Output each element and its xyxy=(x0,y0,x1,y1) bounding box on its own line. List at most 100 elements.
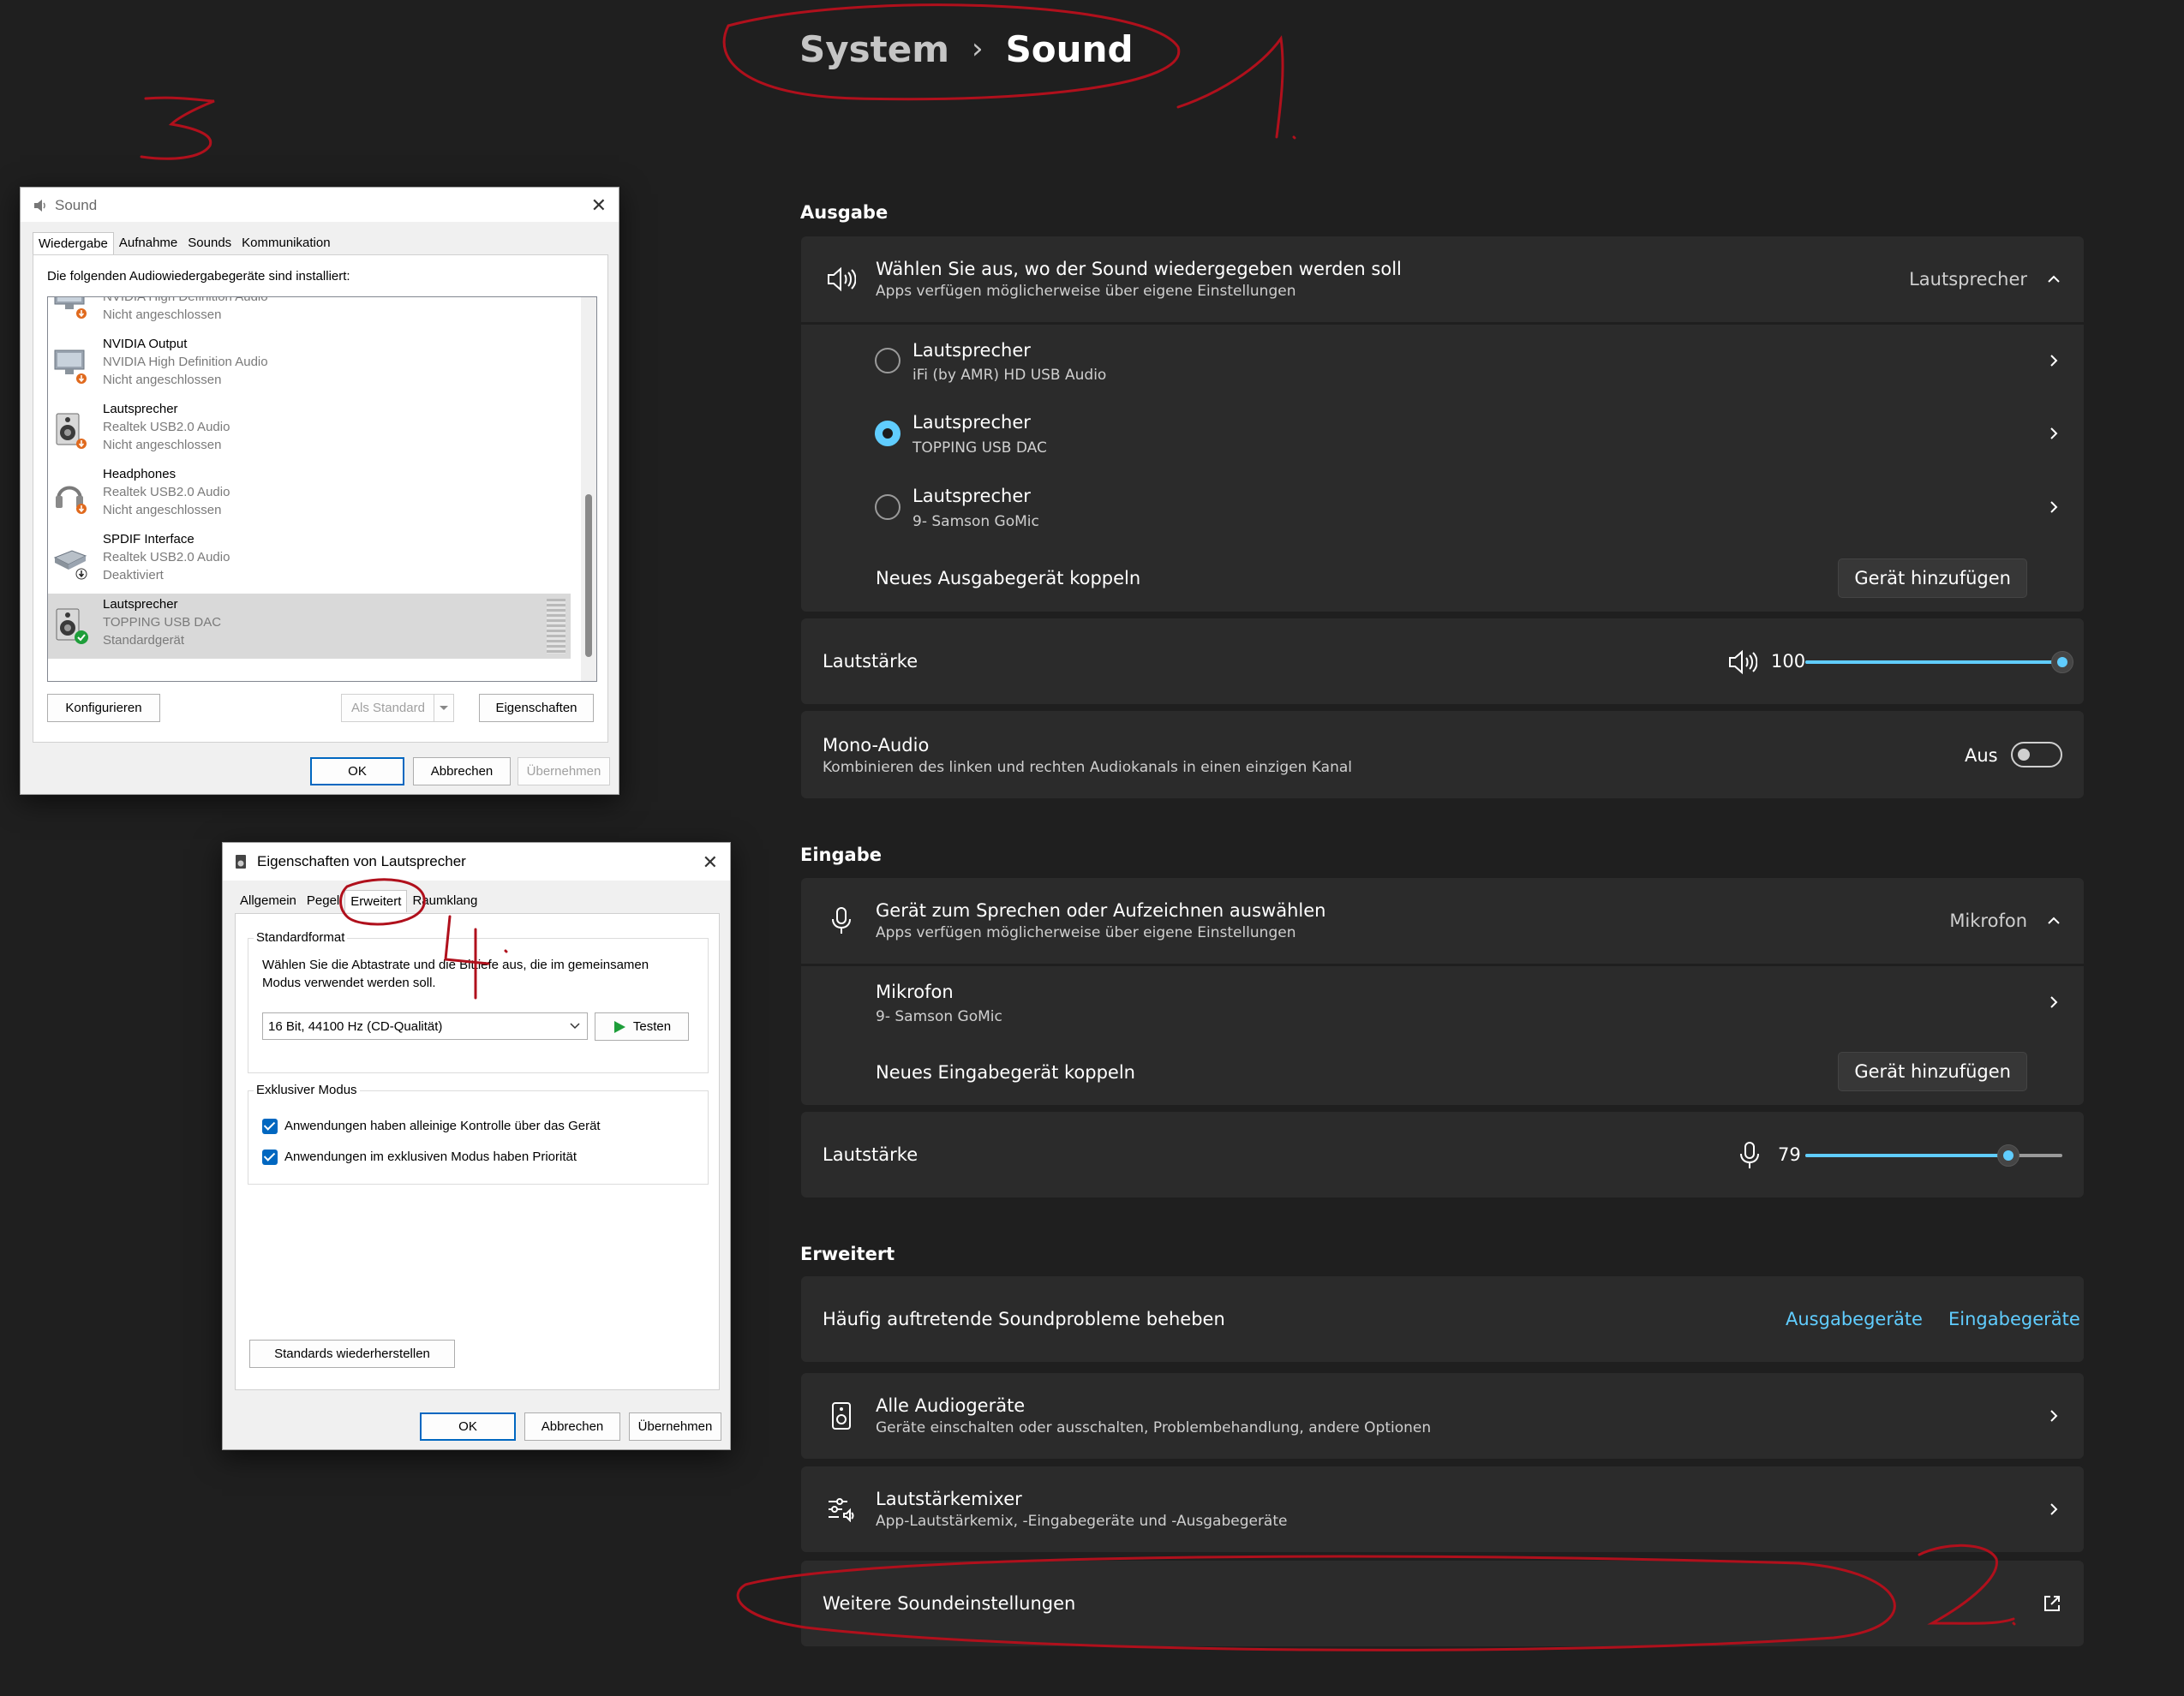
output-pair-row: Neues Ausgabegerät koppeln Gerät hinzufü… xyxy=(801,544,2084,612)
output-radio-3[interactable] xyxy=(875,494,901,520)
output-volume-slider[interactable] xyxy=(1805,649,2073,675)
input-device-header[interactable]: Gerät zum Sprechen oder Aufzeichnen ausw… xyxy=(801,878,2084,964)
advanced-section-title: Erweitert xyxy=(800,1244,895,1264)
properties-apply-button[interactable]: Übernehmen xyxy=(629,1412,721,1441)
output-device-header[interactable]: Wählen Sie aus, wo der Sound wiedergegeb… xyxy=(801,236,2084,322)
input-volume-card: Lautstärke 79 xyxy=(801,1112,2084,1197)
set-default-button[interactable]: Als Standard xyxy=(341,694,435,722)
output-selected-device: Lautsprecher xyxy=(1909,269,2027,290)
input-device-option[interactable]: Mikrofon 9- Samson GoMic xyxy=(801,966,2084,1038)
volume-mixer-icon xyxy=(822,1490,861,1529)
configure-button[interactable]: Konfigurieren xyxy=(47,694,160,722)
play-icon xyxy=(613,1020,625,1033)
add-output-device-button[interactable]: Gerät hinzufügen xyxy=(1838,558,2027,598)
device-name: Lautsprecher xyxy=(103,402,178,416)
tab-wiedergabe[interactable]: Wiedergabe xyxy=(33,232,114,254)
output-device-option[interactable]: Lautsprecher 9- Samson GoMic xyxy=(801,470,2084,544)
tab-pegel[interactable]: Pegel xyxy=(302,890,344,912)
properties-ok-button[interactable]: OK xyxy=(420,1412,516,1441)
exclusive-control-label: Anwendungen haben alleinige Kontrolle üb… xyxy=(284,1119,601,1133)
device-driver: NVIDIA High Definition Audio xyxy=(103,355,268,369)
scrollbar-thumb[interactable] xyxy=(585,494,592,657)
playback-device-item[interactable]: SPDIF Interface Realtek USB2.0 Audio Deakt… xyxy=(48,529,571,594)
add-input-device-button[interactable]: Gerät hinzufügen xyxy=(1838,1052,2027,1091)
tab-aufnahme[interactable]: Aufnahme xyxy=(114,232,182,254)
disabled-arrow-icon xyxy=(75,568,87,580)
sound-cancel-button[interactable]: Abbrechen xyxy=(413,757,511,785)
mono-audio-toggle[interactable] xyxy=(2011,742,2062,767)
annotation-number-3 xyxy=(140,96,215,160)
format-select-value: 16 Bit, 44100 Hz (CD-Qualität) xyxy=(268,1018,443,1034)
breadcrumb-system[interactable]: System xyxy=(799,28,949,70)
default-format-description: Wählen Sie die Abtastrate und die Bittie… xyxy=(262,958,649,990)
output-volume-label: Lautstärke xyxy=(823,651,918,672)
device-status: Deaktiviert xyxy=(103,568,164,582)
sound-dialog-titlebar[interactable]: Sound ✕ xyxy=(21,188,619,222)
exclusive-control-checkbox[interactable] xyxy=(262,1119,278,1134)
annotation-number-1 xyxy=(1176,35,1296,140)
input-volume-slider[interactable] xyxy=(1805,1143,2062,1168)
mono-audio-title: Mono-Audio xyxy=(823,735,930,755)
output-radio-2[interactable] xyxy=(875,421,901,446)
properties-dialog-titlebar[interactable]: Eigenschaften von Lautsprecher ✕ xyxy=(223,843,730,881)
sound-ok-button[interactable]: OK xyxy=(310,757,404,785)
tab-erweitert[interactable]: Erweitert xyxy=(344,890,408,912)
volume-mixer-card[interactable]: Lautstärkemixer App-Lautstärkemix, -Eing… xyxy=(801,1466,2084,1552)
tab-sounds[interactable]: Sounds xyxy=(182,232,236,254)
output-device-option[interactable]: Lautsprecher iFi (by AMR) HD USB Audio xyxy=(801,325,2084,397)
device-status: Standardgerät xyxy=(103,633,185,648)
troubleshoot-output-link[interactable]: Ausgabegeräte xyxy=(1786,1309,1923,1329)
microphone-icon[interactable] xyxy=(1738,1141,1761,1173)
disconnected-arrow-icon xyxy=(76,308,87,319)
tab-allgemein[interactable]: Allgemein xyxy=(235,890,302,912)
output-header-subtitle: Apps verfügen möglicherweise über eigene… xyxy=(876,283,1296,300)
playback-device-item[interactable]: NVIDIA OutputNVIDIA High Definition Audi… xyxy=(48,297,571,333)
output-volume-thumb[interactable] xyxy=(2051,651,2073,673)
input-selected-device: Mikrofon xyxy=(1949,911,2027,931)
test-button[interactable]: Testen xyxy=(595,1012,689,1041)
page-title: Sound xyxy=(1005,27,1134,70)
mono-audio-state: Aus xyxy=(1965,745,1998,766)
input-volume-thumb[interactable] xyxy=(1997,1144,2019,1167)
restore-defaults-button[interactable]: Standards wiederherstellen xyxy=(249,1340,455,1368)
tab-raumklang[interactable]: Raumklang xyxy=(407,890,482,912)
sound-apply-button[interactable]: Übernehmen xyxy=(518,757,610,785)
playback-device-item[interactable]: Lautsprecher Realtek USB2.0 Audio Nicht an… xyxy=(48,398,571,463)
exclusive-priority-checkbox[interactable] xyxy=(262,1150,278,1165)
device-list-scrollbar[interactable] xyxy=(581,297,596,681)
input-pair-label: Neues Eingabegerät koppeln xyxy=(876,1062,1135,1083)
properties-cancel-button[interactable]: Abbrechen xyxy=(524,1412,620,1441)
volume-mixer-title: Lautstärkemixer xyxy=(876,1489,1022,1509)
tab-kommunikation[interactable]: Kommunikation xyxy=(236,232,335,254)
sound-dialog-icon xyxy=(34,200,45,212)
close-icon[interactable]: ✕ xyxy=(591,194,607,217)
output-section-title: Ausgabe xyxy=(800,202,889,223)
level-meter xyxy=(547,599,565,654)
disconnected-arrow-icon xyxy=(76,439,87,449)
speaker-properties-dialog: Eigenschaften von Lautsprecher ✕ Allgeme… xyxy=(222,842,731,1450)
close-icon[interactable]: ✕ xyxy=(703,851,718,874)
playback-device-item[interactable]: Headphones Realtek USB2.0 Audio Nicht ange… xyxy=(48,463,571,529)
set-default-dropdown[interactable] xyxy=(434,694,454,722)
properties-pane: Standardformat Wählen Sie die Abtastrate… xyxy=(235,913,720,1390)
format-select[interactable]: 16 Bit, 44100 Hz (CD-Qualität) xyxy=(262,1012,588,1040)
output-device-option[interactable]: Lautsprecher TOPPING USB DAC xyxy=(801,397,2084,470)
all-audio-devices-card[interactable]: Alle Audiogeräte Geräte einschalten oder… xyxy=(801,1373,2084,1459)
playback-device-item[interactable]: NVIDIA Output NVIDIA High Definition Audi… xyxy=(48,333,571,398)
properties-button[interactable]: Eigenschaften xyxy=(479,694,594,722)
exclusive-priority-label: Anwendungen im exklusiven Modus haben Pr… xyxy=(284,1150,577,1164)
input-section-title: Eingabe xyxy=(800,845,882,865)
output-device-detail: iFi (by AMR) HD USB Audio xyxy=(912,367,1107,384)
troubleshoot-input-link[interactable]: Eingabegeräte xyxy=(1948,1309,2080,1329)
input-volume-value: 79 xyxy=(1778,1144,1801,1165)
speaker-icon[interactable] xyxy=(1728,649,1758,678)
more-sound-settings-card[interactable]: Weitere Soundeinstellungen xyxy=(801,1561,2084,1646)
device-name: Lautsprecher xyxy=(103,597,178,612)
device-name: SPDIF Interface xyxy=(103,532,194,546)
device-status: Nicht angeschlossen xyxy=(103,308,222,322)
sound-dialog: Sound ✕ Wiedergabe Aufnahme Sounds Kommu… xyxy=(20,187,619,795)
device-name: NVIDIA Output xyxy=(103,337,188,351)
playback-device-item[interactable]: Lautsprecher TOPPING USB DAC Standardgerät xyxy=(48,594,571,659)
playback-device-list[interactable]: NVIDIA Output NVIDIA High Definition Audi… xyxy=(47,296,597,682)
output-radio-1[interactable] xyxy=(875,348,901,373)
